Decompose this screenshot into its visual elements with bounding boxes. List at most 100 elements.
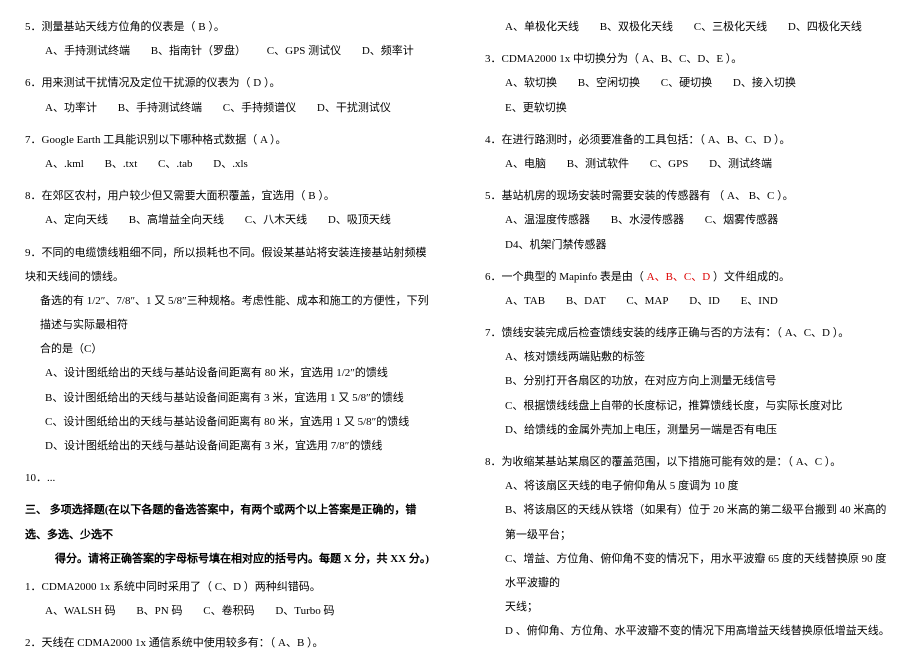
q7-opt-b: B、.txt [105, 152, 138, 176]
question-10: 10．... [25, 466, 435, 490]
mq2-options-block: A、单极化天线 B、双极化天线 C、三极化天线 D、四极化天线 [485, 15, 895, 39]
mq6-text: 6．一个典型的 Mapinfo 表是由（ A、B、C、D ）文件组成的。 [485, 265, 895, 289]
mq5-opt-a: A、温湿度传感器 [505, 208, 590, 232]
mq5-opt-c: C、烟雾传感器 [705, 208, 778, 232]
mq1-text: 1．CDMA2000 1x 系统中同时采用了（ C、D ）两种纠错码。 [25, 575, 435, 599]
q6-text: 6．用来测试干扰情况及定位干扰源的仪表为（ D ）。 [25, 71, 435, 95]
mq1-opt-a: A、WALSH 码 [45, 599, 116, 623]
question-7: 7．Google Earth 工具能识别以下哪种格式数据（ A ）。 A、.km… [25, 128, 435, 176]
mq4-opt-b: B、测试软件 [567, 152, 629, 176]
mq1-options: A、WALSH 码 B、PN 码 C、卷积码 D、Turbo 码 [25, 599, 435, 623]
left-column: 5．测量基站天线方位角的仪表是（ B ）。 A、手持测试终端 B、指南针（罗盘）… [0, 0, 460, 651]
q8-opt-a: A、定向天线 [45, 208, 108, 232]
q8-opt-b: B、高增益全向天线 [129, 208, 224, 232]
mq3-opt-e: E、更软切换 [505, 96, 567, 120]
mq4-opt-c: C、GPS [650, 152, 689, 176]
mq6-opt-a: A、TAB [505, 289, 545, 313]
q6-opt-c: C、手持频谱仪 [223, 96, 296, 120]
mq6-opt-e: E、IND [741, 289, 778, 313]
mq8-opt-a: A、将该扇区天线的电子俯仰角从 5 度调为 10 度 [485, 474, 895, 498]
mq8-opt-b: B、将该扇区的天线从铁塔（如果有）位于 20 米高的第二级平台搬到 40 米高的… [485, 498, 895, 546]
q5-text: 5．测量基站天线方位角的仪表是（ B ）。 [25, 15, 435, 39]
mq6-options: A、TAB B、DAT C、MAP D、ID E、IND [485, 289, 895, 313]
q6-opt-d: D、干扰测试仪 [317, 96, 391, 120]
q8-text: 8．在郊区农村，用户较少但又需要大面积覆盖，宜选用（ B ）。 [25, 184, 435, 208]
q7-opt-c: C、.tab [158, 152, 193, 176]
mq4-options: A、电脑 B、测试软件 C、GPS D、测试终端 [485, 152, 895, 176]
multi-question-8: 8．为收缩某基站某扇区的覆盖范围，以下措施可能有效的是：（ A、C ）。 A、将… [485, 450, 895, 644]
q8-opt-c: C、八木天线 [245, 208, 307, 232]
q10-text: 10．... [25, 466, 435, 490]
q6-opt-b: B、手持测试终端 [118, 96, 202, 120]
section-3-line1: 三、 多项选择题(在以下各题的备选答案中，有两个或两个以上答案是正确的，错选、多… [25, 504, 416, 540]
right-column: A、单极化天线 B、双极化天线 C、三极化天线 D、四极化天线 3．CDMA20… [460, 0, 920, 651]
question-6: 6．用来测试干扰情况及定位干扰源的仪表为（ D ）。 A、功率计 B、手持测试终… [25, 71, 435, 119]
multi-question-7: 7．馈线安装完成后检查馈线安装的线序正确与否的方法有：（ A、C、D ）。 A、… [485, 321, 895, 442]
mq8-text: 8．为收缩某基站某扇区的覆盖范围，以下措施可能有效的是：（ A、C ）。 [485, 450, 895, 474]
q7-opt-d: D、.xls [213, 152, 248, 176]
mq2-text: 2．天线在 CDMA2000 1x 通信系统中使用较多有：（ A、B ）。 [25, 631, 435, 655]
q9-opt-d: D、设计图纸给出的天线与基站设备间距离有 3 米，宜选用 7/8″的馈线 [25, 434, 435, 458]
q5-opt-a: A、手持测试终端 [45, 39, 130, 63]
mq1-opt-d: D、Turbo 码 [275, 599, 334, 623]
mq3-opt-a: A、软切换 [505, 71, 557, 95]
mq2-opt-a: A、单极化天线 [505, 15, 579, 39]
mq2-options: A、单极化天线 B、双极化天线 C、三极化天线 D、四极化天线 [485, 15, 895, 39]
q8-opt-d: D、吸顶天线 [328, 208, 391, 232]
q5-opt-d: D、频率计 [362, 39, 414, 63]
q5-opt-b: B、指南针（罗盘） [151, 39, 246, 63]
mq2-opt-c: C、三极化天线 [694, 15, 767, 39]
q9-opt-a: A、设计图纸给出的天线与基站设备间距离有 80 米，宜选用 1/2″的馈线 [25, 361, 435, 385]
question-9: 9．不同的电缆馈线粗细不同，所以损耗也不同。假设某基站将安装连接基站射频模块和天… [25, 241, 435, 459]
mq6-suffix: ）文件组成的。 [710, 271, 790, 283]
question-8: 8．在郊区农村，用户较少但又需要大面积覆盖，宜选用（ B ）。 A、定向天线 B… [25, 184, 435, 232]
q7-options: A、.kml B、.txt C、.tab D、.xls [25, 152, 435, 176]
mq5-options: A、温湿度传感器 B、水浸传感器 C、烟雾传感器 D4、机架门禁传感器 [485, 208, 895, 256]
mq5-opt-b: B、水浸传感器 [611, 208, 684, 232]
mq6-opt-b: B、DAT [566, 289, 606, 313]
q5-opt-c: C、GPS 测试仪 [267, 39, 341, 63]
mq3-text: 3．CDMA2000 1x 中切换分为（ A、B、C、D、E ）。 [485, 47, 895, 71]
multi-question-1: 1．CDMA2000 1x 系统中同时采用了（ C、D ）两种纠错码。 A、WA… [25, 575, 435, 623]
multi-question-4: 4．在进行路测时，必须要准备的工具包括：（ A、B、C、D ）。 A、电脑 B、… [485, 128, 895, 176]
q6-options: A、功率计 B、手持测试终端 C、手持频谱仪 D、干扰测试仪 [25, 96, 435, 120]
mq7-opt-b: B、分别打开各扇区的功放，在对应方向上测量无线信号 [485, 369, 895, 393]
question-5: 5．测量基站天线方位角的仪表是（ B ）。 A、手持测试终端 B、指南针（罗盘）… [25, 15, 435, 63]
q9-line1: 9．不同的电缆馈线粗细不同，所以损耗也不同。假设某基站将安装连接基站射频模块和天… [25, 241, 435, 289]
q6-opt-a: A、功率计 [45, 96, 97, 120]
mq8-opt-d: D 、俯仰角、方位角、水平波瓣不变的情况下用高增益天线替换原低增益天线。 [485, 619, 895, 643]
section-3-line2: 得分。请将正确答案的字母标号填在相对应的括号内。每题 X 分，共 XX 分。) [25, 553, 429, 565]
mq8-opt-c2: 天线； [485, 595, 895, 619]
q7-text: 7．Google Earth 工具能识别以下哪种格式数据（ A ）。 [25, 128, 435, 152]
mq1-opt-b: B、PN 码 [136, 599, 182, 623]
mq5-text: 5．基站机房的现场安装时需要安装的传感器有 （ A、 B、C ）。 [485, 184, 895, 208]
mq3-opt-c: C、硬切换 [661, 71, 712, 95]
mq6-answer: A、B、C、D [647, 271, 711, 283]
mq7-opt-c: C、根据馈线线盘上自带的长度标记，推算馈线长度，与实际长度对比 [485, 394, 895, 418]
mq5-opt-d: D4、机架门禁传感器 [505, 233, 606, 257]
mq7-opt-d: D、给馈线的金属外壳加上电压，测量另一端是否有电压 [485, 418, 895, 442]
mq8-opt-c: C、增益、方位角、俯仰角不变的情况下，用水平波瓣 65 度的天线替换原 90 度… [485, 547, 895, 595]
mq6-opt-d: D、ID [689, 289, 720, 313]
mq1-opt-c: C、卷积码 [203, 599, 254, 623]
mq7-text: 7．馈线安装完成后检查馈线安装的线序正确与否的方法有：（ A、C、D ）。 [485, 321, 895, 345]
mq4-opt-a: A、电脑 [505, 152, 546, 176]
q7-opt-a: A、.kml [45, 152, 84, 176]
mq3-options: A、软切换 B、空闲切换 C、硬切换 D、接入切换 E、更软切换 [485, 71, 895, 119]
q5-options: A、手持测试终端 B、指南针（罗盘） C、GPS 测试仪 D、频率计 [25, 39, 435, 63]
q9-line3: 合的是（C） [25, 337, 435, 361]
q9-line2: 备选的有 1/2″、7/8″、1 又 5/8″三种规格。考虑性能、成本和施工的方… [25, 289, 435, 337]
multi-question-6: 6．一个典型的 Mapinfo 表是由（ A、B、C、D ）文件组成的。 A、T… [485, 265, 895, 313]
mq2-opt-b: B、双极化天线 [600, 15, 673, 39]
mq7-opt-a: A、核对馈线两端贴敷的标签 [485, 345, 895, 369]
q9-opt-b: B、设计图纸给出的天线与基站设备间距离有 3 米，宜选用 1 又 5/8″的馈线 [25, 386, 435, 410]
mq3-opt-d: D、接入切换 [733, 71, 796, 95]
q8-options: A、定向天线 B、高增益全向天线 C、八木天线 D、吸顶天线 [25, 208, 435, 232]
multi-question-2: 2．天线在 CDMA2000 1x 通信系统中使用较多有：（ A、B ）。 [25, 631, 435, 655]
mq3-opt-b: B、空闲切换 [578, 71, 640, 95]
mq2-opt-d: D、四极化天线 [788, 15, 862, 39]
mq4-opt-d: D、测试终端 [709, 152, 772, 176]
multi-question-5: 5．基站机房的现场安装时需要安装的传感器有 （ A、 B、C ）。 A、温湿度传… [485, 184, 895, 257]
mq6-prefix: 6．一个典型的 Mapinfo 表是由（ [485, 271, 647, 283]
section-3-title: 三、 多项选择题(在以下各题的备选答案中，有两个或两个以上答案是正确的，错选、多… [25, 498, 435, 571]
